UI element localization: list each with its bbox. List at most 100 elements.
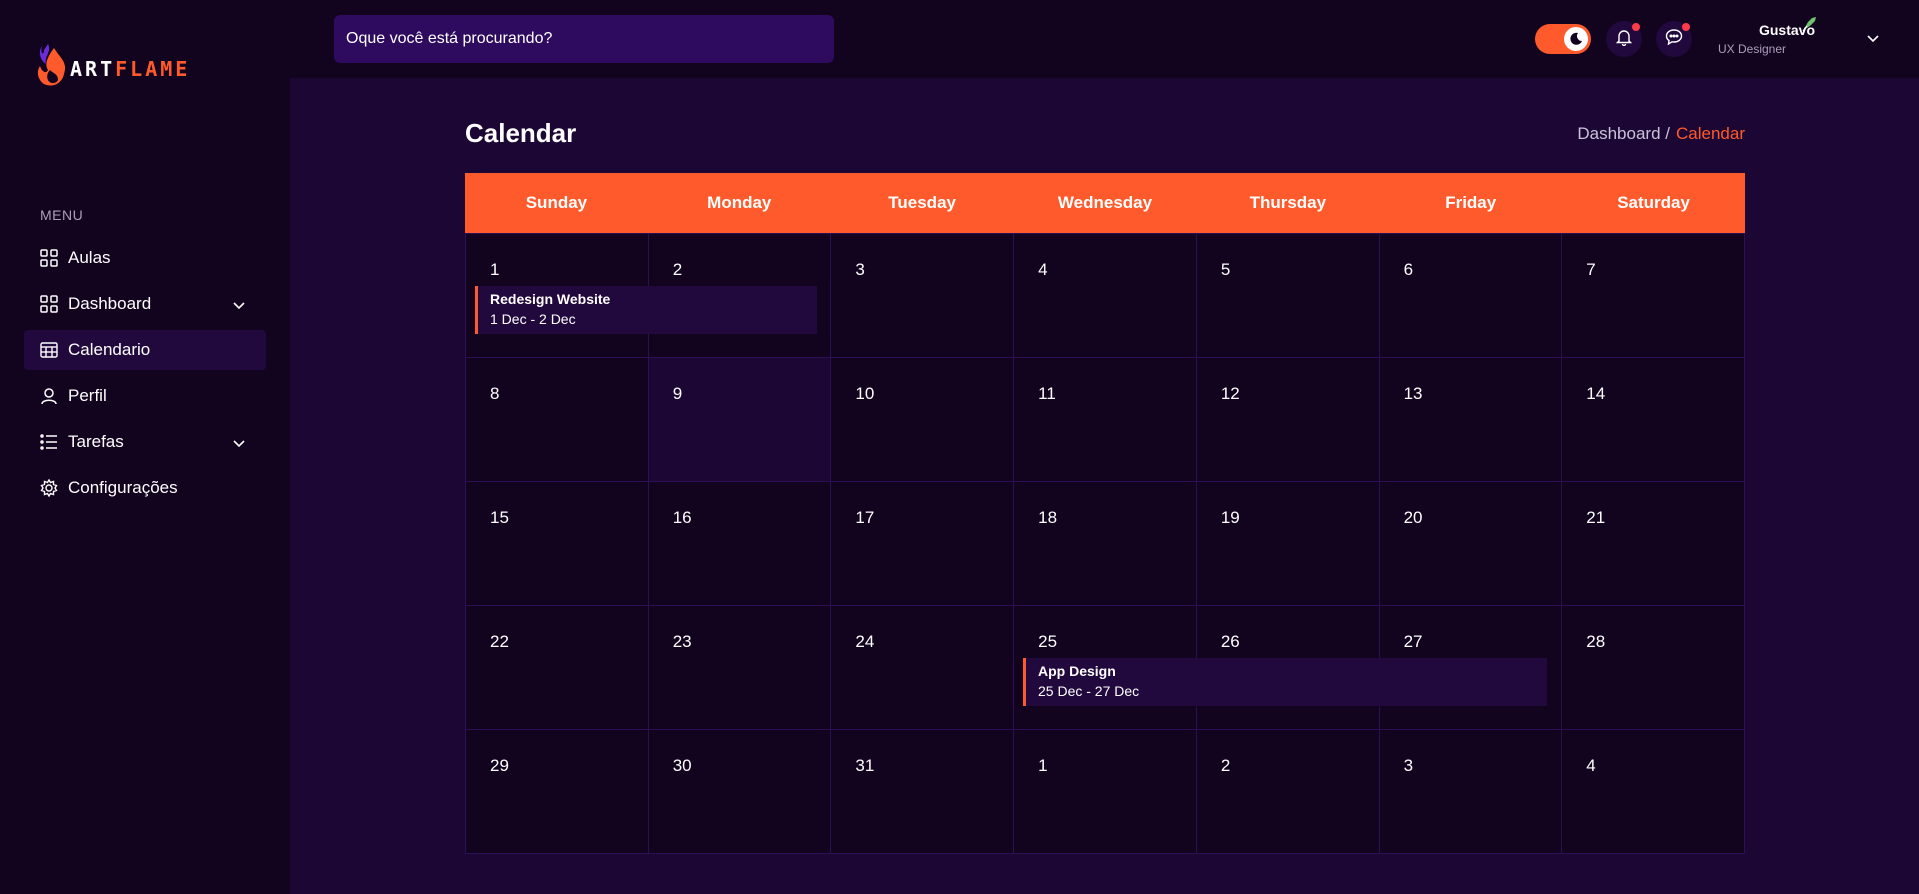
moon-icon [1564,27,1588,51]
page-title: Calendar [465,118,577,148]
sidebar-item-label: Dashboard [68,294,152,313]
day-number: 3 [855,260,865,279]
day-number: 22 [490,632,509,651]
day-number: 15 [490,508,509,527]
day-number: 9 [672,384,683,403]
message-badge [1682,23,1690,31]
calendar-day-cell[interactable]: 12 [1196,358,1380,482]
calendar-day-cell[interactable]: 28 [1562,606,1745,730]
weekday-tuesday: Tuesday [888,193,956,212]
weekday-wednesday: Wednesday [1057,193,1153,212]
list-icon [40,433,58,451]
day-number: 17 [855,508,875,527]
weekday-saturday: Saturday [1617,193,1690,212]
event-date-range: 1 Dec - 2 Dec [490,311,576,327]
day-number: 8 [490,384,500,403]
day-number: 20 [1403,508,1423,527]
calendar-day-cell[interactable]: 3 [1379,730,1563,854]
messages-button[interactable] [1656,21,1692,57]
calendar-event-redesign-website[interactable]: Redesign Website 1 Dec - 2 Dec [475,286,817,334]
day-number: 5 [1220,260,1231,279]
sidebar-menu: Aulas Dashboard Calendario Perfil Tarefa… [24,238,266,514]
calendar-day-cell[interactable]: 14 [1562,358,1745,482]
brand-logo[interactable]: ARTFLAME [34,40,190,92]
calendar-day-cell[interactable]: 29 [466,730,649,854]
brand-name-part1: ART [70,57,116,81]
event-title: Redesign Website [490,291,611,307]
calendar-day-cell[interactable]: 23 [648,606,832,730]
calendar-day-cell[interactable]: 4 [1562,730,1745,854]
calendar-grid: 1 2 3 4 5 6 7 8 9 10 11 12 13 14 15 16 17 18 19 20 21 22 23 24 2… [465,233,1745,854]
breadcrumb: Dashboard / Calendar [1577,124,1745,144]
day-number: 6 [1403,260,1414,279]
sidebar-item-label: Aulas [68,248,111,267]
calendar-day-cell[interactable]: 22 [466,606,649,730]
sidebar-item-label: Perfil [68,386,107,405]
day-number: 10 [855,384,875,403]
calendar-day-cell[interactable]: 5 [1196,234,1380,358]
sidebar-item-aulas[interactable]: Aulas [24,238,266,278]
grid-icon [40,249,58,267]
calendar-day-cell[interactable]: 21 [1562,482,1745,606]
calendar-day-cell[interactable]: 10 [831,358,1015,482]
calendar-day-cell[interactable]: 2 [1196,730,1380,854]
chevron-down-icon[interactable] [1865,30,1881,46]
user-icon [40,387,58,405]
calendar-day-cell[interactable]: 3 [831,234,1015,358]
day-number: 3 [1403,756,1414,775]
brand-name: ARTFLAME [70,57,190,81]
calendar-day-cell[interactable]: 20 [1379,482,1563,606]
brand-name-part2: FLAME [115,57,191,81]
calendar-day-cell[interactable]: 9 [648,358,832,482]
sidebar-item-dashboard[interactable]: Dashboard [24,284,266,324]
gear-icon [40,479,58,497]
avatar[interactable] [1800,14,1820,34]
calendar-day-cell[interactable]: 1 [1014,730,1197,854]
calendar-day-cell[interactable]: 15 [466,482,649,606]
top-header: Gustavo UX Designer [290,0,1919,78]
chevron-down-icon [232,435,246,449]
calendar-day-cell[interactable]: 6 [1379,234,1563,358]
bell-icon [1615,28,1633,51]
weekday-friday: Friday [1445,193,1497,212]
calendar-day-cell[interactable]: 19 [1196,482,1380,606]
calendar-day-cell[interactable]: 17 [831,482,1015,606]
calendar-day-cell[interactable]: 16 [648,482,832,606]
calendar-icon [40,341,58,359]
calendar-day-cell[interactable]: 8 [466,358,649,482]
calendar-weekday-header: Sunday Monday Tuesday Wednesday Thursday… [465,173,1745,233]
sidebar-item-calendario[interactable]: Calendario [24,330,266,370]
sidebar-item-tarefas[interactable]: Tarefas [24,422,266,462]
calendar-day-cell[interactable]: 7 [1562,234,1745,358]
event-title: App Design [1038,663,1116,679]
day-number: 11 [1038,384,1056,403]
day-number: 30 [672,756,692,775]
day-number: 18 [1038,508,1058,527]
calendar-day-cell[interactable]: 18 [1014,482,1197,606]
day-number: 28 [1586,632,1606,651]
event-date-range: 25 Dec - 27 Dec [1038,683,1140,699]
calendar-event-app-design[interactable]: App Design 25 Dec - 27 Dec [1023,658,1547,706]
grid-icon [40,295,58,313]
theme-toggle[interactable] [1535,24,1591,54]
sidebar-item-label: Calendario [68,340,151,359]
day-number: 31 [855,756,875,775]
calendar-day-cell[interactable]: 13 [1379,358,1563,482]
day-number: 24 [855,632,875,651]
weekday-monday: Monday [707,193,772,212]
notifications-button[interactable] [1606,21,1642,57]
breadcrumb-dashboard-link[interactable]: Dashboard / [1577,124,1670,144]
sidebar-item-configuracoes[interactable]: Configurações [24,468,266,508]
day-number: 14 [1586,384,1606,403]
search-input[interactable] [334,15,834,63]
calendar-day-cell[interactable]: 4 [1014,234,1197,358]
sidebar-item-perfil[interactable]: Perfil [24,376,266,416]
menu-heading: MENU [40,207,84,223]
calendar-day-cell[interactable]: 30 [648,730,832,854]
calendar: Sunday Monday Tuesday Wednesday Thursday… [465,173,1745,854]
day-number: 23 [672,632,692,651]
calendar-day-cell[interactable]: 11 [1014,358,1197,482]
breadcrumb-current: Calendar [1676,124,1745,143]
calendar-day-cell[interactable]: 24 [831,606,1015,730]
calendar-day-cell[interactable]: 31 [831,730,1015,854]
